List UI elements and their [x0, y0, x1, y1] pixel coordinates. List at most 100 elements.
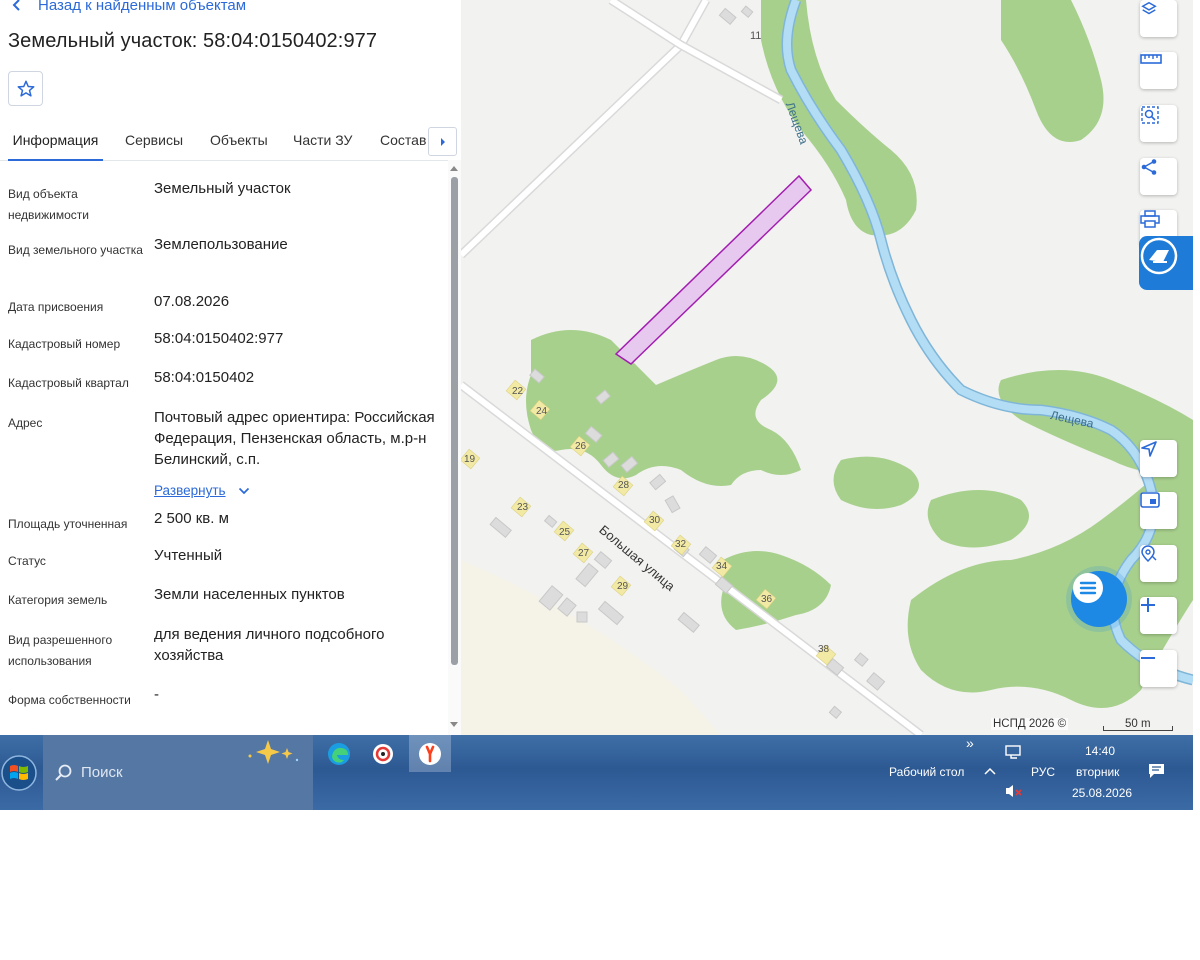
house-number: 27 [578, 548, 590, 559]
locate-button[interactable] [1140, 440, 1177, 477]
share-button[interactable] [1140, 158, 1177, 195]
ruler-button[interactable] [1140, 52, 1177, 89]
scroll-down-arrow-icon[interactable] [450, 722, 458, 727]
share-icon [1141, 159, 1157, 175]
cadastral-service-button[interactable] [1139, 236, 1193, 290]
chat-icon [1073, 573, 1103, 603]
scroll-up-arrow-icon[interactable] [450, 166, 458, 171]
attribute-label: Дата присвоения [8, 300, 104, 314]
land-parcel-polygon[interactable] [614, 174, 813, 365]
tab-information[interactable]: Информация [8, 124, 103, 161]
clock-weekday[interactable]: вторник [1076, 765, 1119, 779]
attribute-label: Площадь уточненная [8, 517, 128, 531]
attribute-value: Земельный участок [154, 180, 291, 197]
expand-link-label: Развернуть [154, 483, 226, 498]
attribute-value: Землепользование [154, 236, 288, 253]
tab-composition[interactable]: Состав [380, 124, 426, 159]
app-circle-icon [373, 743, 393, 764]
search-location-icon [1141, 545, 1157, 563]
page-title: Земельный участок: 58:04:0150402:977 [8, 30, 378, 52]
search-location-button[interactable] [1140, 545, 1177, 582]
tab-bar: Информация Сервисы Объекты Части ЗУ Сост… [0, 124, 461, 161]
attribute-label: Вид земельного участка [8, 243, 143, 257]
taskbar: Поиск » Рабочий стол РУС 14:40 вторник 2… [0, 735, 1193, 810]
zoom-out-icon [1141, 657, 1155, 659]
chevron-down-icon [238, 487, 249, 494]
network-icon[interactable] [1005, 745, 1023, 761]
attribute-value: 07.08.2026 [154, 293, 230, 310]
caret-right-icon [440, 137, 445, 146]
house-number: 30 [649, 515, 661, 526]
attribute-value: 2 500 кв. м [154, 510, 229, 527]
chevron-double-right-icon[interactable]: » [966, 735, 974, 751]
attribute-value: для ведения личного подсобного хозяйства [154, 626, 385, 664]
back-link-label: Назад к найденным объектам [38, 0, 247, 14]
map-view[interactable]: 11 22 24 26 19 28 23 30 25 32 27 34 29 3… [461, 0, 1193, 735]
area-select-button[interactable] [1140, 105, 1177, 142]
yandex-browser-icon [419, 742, 441, 765]
attribute-label: Форма собственности [8, 693, 131, 707]
volume-muted-icon[interactable] [1004, 783, 1024, 799]
attribute-value: Земли населенных пунктов [154, 586, 345, 603]
house-number: 29 [617, 581, 629, 592]
tabs-next-button[interactable] [428, 127, 457, 156]
taskbar-edge[interactable] [318, 735, 360, 772]
house-number: 34 [716, 561, 728, 572]
taskbar-app[interactable] [362, 735, 404, 772]
house-number: 11 [750, 30, 762, 42]
language-indicator[interactable]: РУС [1031, 765, 1055, 779]
attribute-label: Кадастровый квартал [8, 376, 129, 390]
zoom-out-button[interactable] [1140, 650, 1177, 687]
attribute-label: Адрес [8, 416, 43, 430]
edge-browser-icon [328, 742, 350, 765]
tab-parts[interactable]: Части ЗУ [293, 124, 352, 159]
desktop-toolbar-label[interactable]: Рабочий стол [889, 765, 964, 779]
minimap-icon [1140, 492, 1160, 508]
house-number: 22 [512, 386, 524, 397]
attribute-value: Почтовый адрес ориентира: Российская Фед… [154, 409, 435, 468]
layers-button[interactable] [1140, 0, 1177, 37]
house-number: 32 [675, 539, 687, 550]
chevron-left-icon [12, 0, 20, 11]
clock-date[interactable]: 25.08.2026 [1072, 786, 1132, 800]
attribute-value: - [154, 686, 159, 703]
start-button[interactable] [0, 754, 38, 792]
house-number: 23 [517, 502, 529, 513]
map-canvas [461, 0, 1193, 735]
house-number: 28 [618, 480, 630, 491]
area-select-icon [1141, 106, 1159, 124]
attribute-value: Учтенный [154, 547, 223, 564]
attribute-value: 58:04:0150402:977 [154, 330, 284, 347]
search-placeholder: Поиск [81, 764, 123, 781]
map-copyright: НСПД 2026 © [991, 718, 1069, 730]
attribute-label: Кадастровый номер [8, 337, 121, 351]
zoom-in-button[interactable] [1140, 597, 1177, 634]
clock-time[interactable]: 14:40 [1085, 744, 1115, 758]
locate-icon [1141, 441, 1157, 457]
field-area [461, 560, 721, 735]
house-number: 36 [761, 594, 773, 605]
notification-center-icon[interactable] [1148, 763, 1165, 779]
scrollbar-thumb[interactable] [451, 177, 458, 665]
back-link[interactable]: Назад к найденным объектам [10, 0, 246, 16]
print-icon [1140, 210, 1160, 228]
zoom-in-icon [1141, 598, 1155, 612]
house-number: 38 [818, 644, 830, 655]
chat-button[interactable] [1071, 571, 1127, 627]
favorite-button[interactable] [8, 71, 43, 106]
cadastral-logo-icon [1140, 237, 1178, 275]
forest-area [1001, 0, 1104, 142]
tray-expand-icon[interactable] [984, 766, 996, 776]
attribute-label: Вид разрешенного использования [8, 633, 113, 668]
star-icon [17, 80, 34, 97]
tab-objects[interactable]: Объекты [210, 124, 268, 159]
taskbar-search[interactable]: Поиск [43, 735, 313, 810]
house-number: 26 [575, 441, 587, 452]
app-window: Назад к найденным объектам Земельный уча… [0, 0, 1193, 735]
expand-link[interactable]: Развернуть [154, 483, 250, 498]
minimap-button[interactable] [1140, 492, 1177, 529]
taskbar-yandex-browser[interactable] [409, 735, 451, 772]
tab-services[interactable]: Сервисы [125, 124, 183, 159]
scale-bar: 50 m [1103, 718, 1173, 731]
attribute-label: Категория земель [8, 593, 108, 607]
